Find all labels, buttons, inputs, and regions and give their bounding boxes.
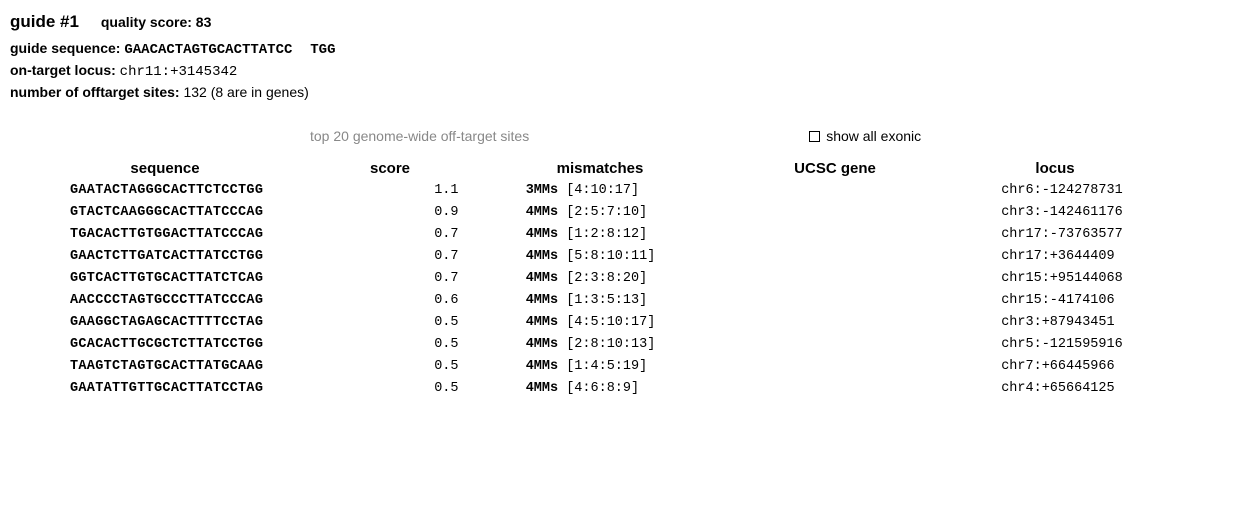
cell-score: 1.1 (377, 180, 516, 202)
cell-locus: chr15:+95144068 (991, 268, 1229, 290)
cell-score: 0.9 (377, 202, 516, 224)
table-row: GAAGGCTAGAGCACTTTTCCTAG0.54MMs [4:5:10:1… (10, 312, 1229, 334)
cell-locus: chr3:+87943451 (991, 312, 1229, 334)
mismatch-positions: [1:2:8:12] (558, 227, 647, 242)
mismatch-positions: [4:6:8:9] (558, 381, 639, 396)
cell-sequence: GAATATTGTTGCACTTATCCTAG (10, 378, 377, 400)
table-row: GTACTCAAGGGCACTTATCCCAG0.94MMs [2:5:7:10… (10, 202, 1229, 224)
mismatch-positions: [4:10:17] (558, 183, 639, 198)
cell-mismatches: 4MMs [1:2:8:12] (516, 224, 784, 246)
cell-sequence: AACCCCTAGTGCCCTTATCCCAG (10, 290, 377, 312)
col-header-ucsc-gene: UCSC gene (730, 158, 940, 180)
table-row: TGACACTTGTGGACTTATCCCAG0.74MMs [1:2:8:12… (10, 224, 1229, 246)
cell-locus: chr17:+3644409 (991, 246, 1229, 268)
cell-mismatches: 4MMs [1:4:5:19] (516, 356, 784, 378)
mismatch-count: 4MMs (526, 249, 558, 264)
cell-sequence: GTACTCAAGGGCACTTATCCCAG (10, 202, 377, 224)
col-header-sequence: sequence (10, 158, 320, 180)
offtarget-count-label: number of offtarget sites: (10, 84, 180, 100)
guide-title: guide #1 (10, 12, 79, 31)
cell-sequence: GGTCACTTGTGCACTTATCTCAG (10, 268, 377, 290)
cell-mismatches: 4MMs [2:5:7:10] (516, 202, 784, 224)
guide-sequence-seq: GAACACTAGTGCACTTATCC (124, 42, 292, 58)
mismatch-count: 4MMs (526, 315, 558, 330)
mismatch-positions: [5:8:10:11] (558, 249, 655, 264)
cell-score: 0.5 (377, 334, 516, 356)
table-row: TAAGTCTAGTGCACTTATGCAAG0.54MMs [1:4:5:19… (10, 356, 1229, 378)
col-header-mismatches: mismatches (460, 158, 730, 180)
cell-score: 0.7 (377, 246, 516, 268)
cell-score: 0.7 (377, 268, 516, 290)
guide-sequence-label: guide sequence: (10, 40, 120, 56)
mismatch-count: 4MMs (526, 337, 558, 352)
mismatch-count: 4MMs (526, 359, 558, 374)
table-body: GAATACTAGGGCACTTCTCCTGG1.13MMs [4:10:17]… (10, 180, 1229, 400)
guide-sequence-pam: TGG (310, 42, 335, 58)
cell-sequence: TGACACTTGTGGACTTATCCCAG (10, 224, 377, 246)
subheader-row: top 20 genome-wide off-target sites show… (10, 128, 1229, 144)
mismatch-count: 4MMs (526, 381, 558, 396)
mismatch-positions: [1:4:5:19] (558, 359, 647, 374)
cell-mismatches: 4MMs [2:3:8:20] (516, 268, 784, 290)
col-header-locus: locus (940, 158, 1170, 180)
col-header-score: score (320, 158, 460, 180)
mismatch-positions: [4:5:10:17] (558, 315, 655, 330)
cell-mismatches: 4MMs [4:5:10:17] (516, 312, 784, 334)
cell-locus: chr3:-142461176 (991, 202, 1229, 224)
show-all-exonic-label: show all exonic (826, 128, 921, 144)
mismatch-count: 3MMs (526, 183, 558, 198)
mismatch-count: 4MMs (526, 227, 558, 242)
cell-sequence: TAAGTCTAGTGCACTTATGCAAG (10, 356, 377, 378)
on-target-line: on-target locus: chr11:+3145342 (10, 62, 1229, 80)
cell-score: 0.6 (377, 290, 516, 312)
quality-score-label: quality score: (101, 14, 192, 30)
cell-locus: chr6:-124278731 (991, 180, 1229, 202)
quality-score-value: 83 (196, 14, 212, 30)
cell-sequence: GAACTCTTGATCACTTATCCTGG (10, 246, 377, 268)
cell-locus: chr15:-4174106 (991, 290, 1229, 312)
cell-locus: chr17:-73763577 (991, 224, 1229, 246)
mismatch-positions: [2:3:8:20] (558, 271, 647, 286)
table-row: GAACTCTTGATCACTTATCCTGG0.74MMs [5:8:10:1… (10, 246, 1229, 268)
mismatch-count: 4MMs (526, 271, 558, 286)
header-line-1: guide #1 quality score: 83 (10, 12, 1229, 32)
cell-mismatches: 4MMs [2:8:10:13] (516, 334, 784, 356)
mismatch-positions: [1:3:5:13] (558, 293, 647, 308)
cell-score: 0.5 (377, 378, 516, 400)
table-row: GAATATTGTTGCACTTATCCTAG0.54MMs [4:6:8:9]… (10, 378, 1229, 400)
checkbox-icon[interactable] (809, 131, 820, 142)
page: guide #1 quality score: 83 guide sequenc… (0, 0, 1239, 420)
on-target-label: on-target locus: (10, 62, 116, 78)
cell-mismatches: 4MMs [5:8:10:11] (516, 246, 784, 268)
cell-score: 0.7 (377, 224, 516, 246)
cell-mismatches: 4MMs [1:3:5:13] (516, 290, 784, 312)
offtarget-caption: top 20 genome-wide off-target sites (310, 128, 529, 144)
table-row: GGTCACTTGTGCACTTATCTCAG0.74MMs [2:3:8:20… (10, 268, 1229, 290)
cell-locus: chr4:+65664125 (991, 378, 1229, 400)
cell-sequence: GCACACTTGCGCTCTTATCCTGG (10, 334, 377, 356)
table-row: GAATACTAGGGCACTTCTCCTGG1.13MMs [4:10:17]… (10, 180, 1229, 202)
cell-mismatches: 4MMs [4:6:8:9] (516, 378, 784, 400)
cell-locus: chr5:-121595916 (991, 334, 1229, 356)
offtarget-table: sequence score mismatches UCSC gene locu… (10, 158, 1229, 400)
cell-score: 0.5 (377, 312, 516, 334)
table-row: GCACACTTGCGCTCTTATCCTGG0.54MMs [2:8:10:1… (10, 334, 1229, 356)
table-row: AACCCCTAGTGCCCTTATCCCAG0.64MMs [1:3:5:13… (10, 290, 1229, 312)
cell-sequence: GAAGGCTAGAGCACTTTTCCTAG (10, 312, 377, 334)
show-all-exonic-toggle[interactable]: show all exonic (809, 128, 921, 144)
mismatch-positions: [2:5:7:10] (558, 205, 647, 220)
cell-sequence: GAATACTAGGGCACTTCTCCTGG (10, 180, 377, 202)
cell-mismatches: 3MMs [4:10:17] (516, 180, 784, 202)
mismatch-count: 4MMs (526, 293, 558, 308)
table-header-row: sequence score mismatches UCSC gene locu… (10, 158, 1229, 180)
guide-sequence-line: guide sequence: GAACACTAGTGCACTTATCC TGG (10, 40, 1229, 58)
cell-score: 0.5 (377, 356, 516, 378)
mismatch-count: 4MMs (526, 205, 558, 220)
offtarget-count-value: 132 (8 are in genes) (183, 84, 308, 100)
offtarget-count-line: number of offtarget sites: 132 (8 are in… (10, 84, 1229, 100)
on-target-value: chr11:+3145342 (120, 64, 238, 80)
cell-locus: chr7:+66445966 (991, 356, 1229, 378)
mismatch-positions: [2:8:10:13] (558, 337, 655, 352)
